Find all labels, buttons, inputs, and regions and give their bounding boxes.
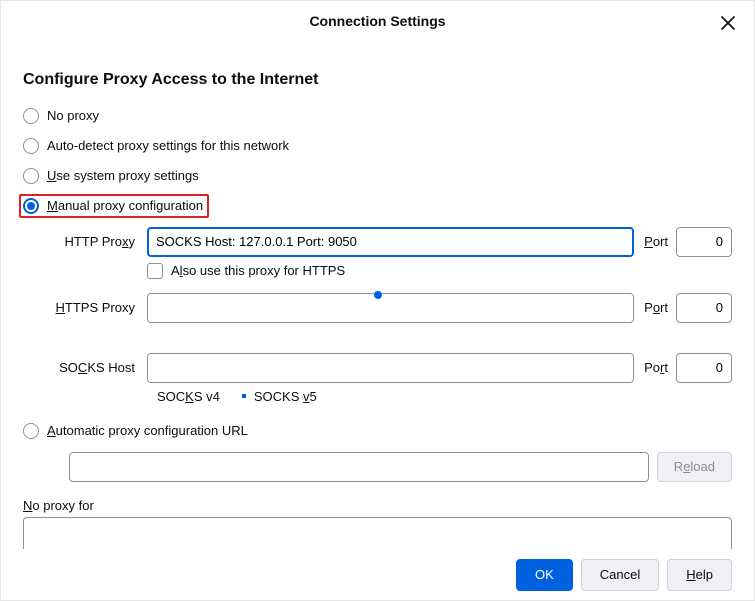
spacer [23, 329, 732, 347]
https-proxy-input[interactable] [147, 293, 634, 323]
https-proxy-label: HTTPS Proxy [43, 300, 139, 315]
ok-button[interactable]: OK [516, 559, 573, 591]
socks-host-input[interactable] [147, 353, 634, 383]
radio-auto-detect[interactable]: Auto-detect proxy settings for this netw… [23, 131, 732, 161]
radio-socks-v4[interactable]: SOCKS v4 [149, 389, 220, 404]
checkbox-icon [147, 263, 163, 279]
radio-icon [23, 138, 39, 154]
http-proxy-input[interactable] [147, 227, 634, 257]
radio-label: No proxy [47, 108, 99, 123]
http-port-input[interactable] [676, 227, 732, 257]
dialog-footer: OK Cancel Help [1, 549, 754, 600]
dialog-title: Connection Settings [309, 13, 445, 29]
section-title: Configure Proxy Access to the Internet [23, 71, 732, 89]
no-proxy-for-label: No proxy for [23, 498, 732, 513]
dialog-body[interactable]: Configure Proxy Access to the Internet N… [1, 41, 754, 549]
http-proxy-label: HTTP Proxy [43, 234, 139, 249]
radio-icon [23, 108, 39, 124]
radio-label: SOCKS v5 [254, 389, 317, 404]
radio-icon [23, 423, 39, 439]
radio-icon-selected [23, 198, 39, 214]
annotation-highlight: Manual proxy configuration [19, 194, 209, 218]
cancel-button[interactable]: Cancel [581, 559, 659, 591]
checkbox-label: Also use this proxy for HTTPS [171, 263, 345, 278]
radio-label: Automatic proxy configuration URL [47, 423, 248, 438]
titlebar: Connection Settings [1, 1, 754, 41]
connection-settings-dialog: Connection Settings Configure Proxy Acce… [0, 0, 755, 601]
also-use-https-row[interactable]: Also use this proxy for HTTPS [147, 263, 732, 279]
close-button[interactable] [718, 13, 738, 33]
radio-no-proxy[interactable]: No proxy [23, 101, 732, 131]
socks-host-label: SOCKS Host [43, 360, 139, 375]
pac-url-input[interactable] [69, 452, 649, 482]
radio-label: Auto-detect proxy settings for this netw… [47, 138, 289, 153]
radio-label: Manual proxy configuration [47, 198, 203, 213]
pac-url-row: Reload [69, 452, 732, 482]
no-proxy-for-input[interactable] [23, 517, 732, 549]
radio-system-proxy[interactable]: Use system proxy settings [23, 161, 732, 191]
radio-icon-selected [242, 394, 246, 398]
http-port-label: Port [642, 234, 668, 249]
radio-label: Use system proxy settings [47, 168, 199, 183]
socks-host-row: SOCKS Host Port [43, 353, 732, 383]
close-icon [721, 16, 735, 30]
radio-label: SOCKS v4 [157, 389, 220, 404]
socks-port-label: Port [642, 360, 668, 375]
radio-manual-proxy[interactable]: Manual proxy configuration [23, 191, 732, 221]
https-proxy-row: HTTPS Proxy Port [43, 293, 732, 323]
socks-version-row: SOCKS v4 SOCKS v5 [149, 389, 732, 404]
radio-icon [23, 168, 39, 184]
reload-button[interactable]: Reload [657, 452, 732, 482]
radio-auto-pac[interactable]: Automatic proxy configuration URL [23, 416, 732, 446]
help-button[interactable]: Help [667, 559, 732, 591]
socks-port-input[interactable] [676, 353, 732, 383]
radio-socks-v5[interactable]: SOCKS v5 [242, 389, 317, 404]
http-proxy-row: HTTP Proxy Port [43, 227, 732, 257]
https-port-label: Port [642, 300, 668, 315]
https-port-input[interactable] [676, 293, 732, 323]
